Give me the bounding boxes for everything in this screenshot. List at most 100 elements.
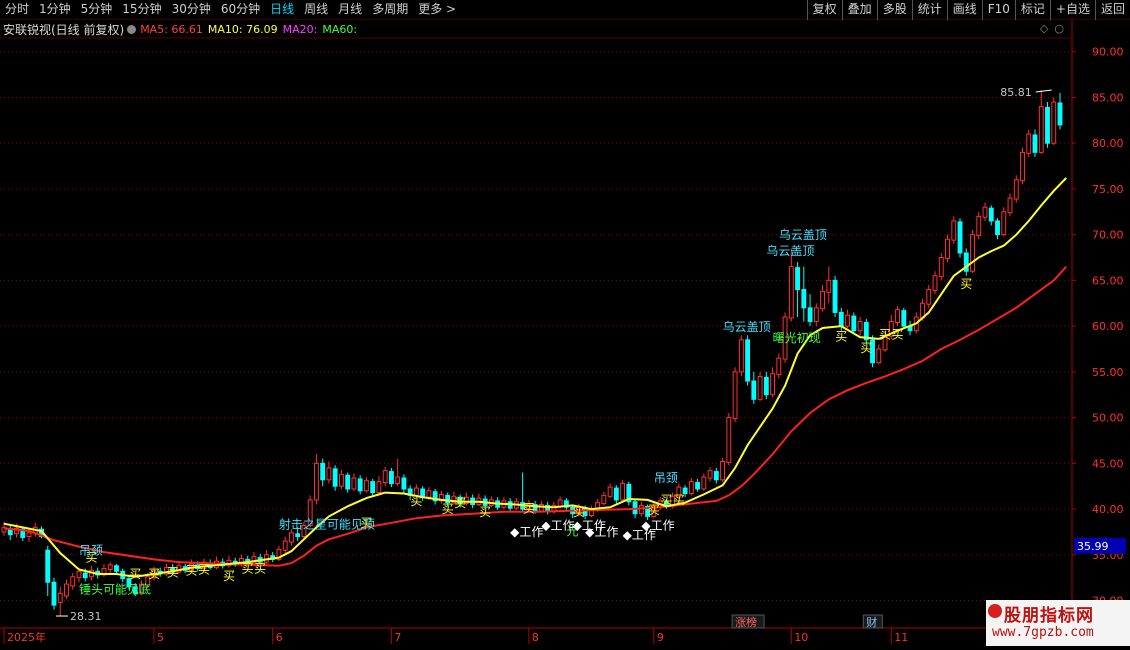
pattern-annotation: 吊颈: [79, 543, 103, 557]
event-tag-label: 涨榜: [735, 615, 757, 629]
buy-signal: 买: [223, 569, 235, 583]
high-marker-label: 85.81: [1000, 86, 1032, 99]
candle-body[interactable]: [801, 289, 807, 309]
candle-body[interactable]: [613, 487, 619, 501]
buy-signal: 买: [454, 496, 466, 510]
candle-body[interactable]: [770, 373, 776, 396]
candle-body[interactable]: [326, 467, 332, 481]
candle-body[interactable]: [620, 482, 626, 501]
candle-body[interactable]: [713, 471, 719, 481]
candle-body[interactable]: [1038, 106, 1044, 153]
candle-body[interactable]: [995, 220, 1000, 236]
candle-body[interactable]: [845, 314, 850, 327]
candle-body[interactable]: [826, 279, 832, 293]
candle-body[interactable]: [901, 310, 907, 327]
candle-body[interactable]: [338, 473, 344, 487]
candle-body[interactable]: [370, 481, 376, 494]
candle-body[interactable]: [932, 275, 938, 291]
candle-body[interactable]: [320, 462, 326, 481]
candle-body[interactable]: [601, 494, 607, 505]
candle-body[interactable]: [688, 481, 694, 495]
candle-body[interactable]: [695, 482, 701, 490]
candle-body[interactable]: [982, 206, 988, 218]
candle-body[interactable]: [757, 375, 763, 400]
candle-body[interactable]: [388, 471, 394, 484]
candle-body[interactable]: [1057, 102, 1063, 126]
candle-body[interactable]: [357, 478, 363, 492]
candle-body[interactable]: [988, 207, 994, 222]
candle-body[interactable]: [376, 481, 382, 494]
candlestick-chart[interactable]: 90.00 85.00 80.00 75.00 70.00 65.00 60.00 55.00…: [0, 0, 1130, 650]
candle-body[interactable]: [82, 572, 88, 579]
candle-body[interactable]: [763, 376, 769, 396]
candle-body[interactable]: [807, 307, 813, 323]
candle-body[interactable]: [401, 477, 407, 490]
candle-body[interactable]: [332, 468, 338, 487]
candle-body[interactable]: [607, 486, 613, 497]
candle-body[interactable]: [638, 504, 644, 515]
candle-body[interactable]: [851, 315, 857, 332]
candle-body[interactable]: [426, 490, 432, 498]
pattern-annotation: ◆工作: [510, 525, 543, 539]
candle-body[interactable]: [382, 470, 388, 484]
candle-body[interactable]: [363, 480, 369, 492]
candle-body[interactable]: [1020, 151, 1025, 182]
event-tag-label: 财: [866, 615, 877, 629]
buy-signal: 买: [835, 329, 847, 343]
candle-body[interactable]: [351, 477, 357, 490]
candle-body[interactable]: [738, 339, 744, 373]
candle-body[interactable]: [720, 461, 726, 481]
candle-body[interactable]: [1026, 133, 1032, 154]
candle-body[interactable]: [776, 357, 782, 376]
candle-body[interactable]: [895, 309, 900, 323]
candle-body[interactable]: [838, 311, 844, 327]
candle-body[interactable]: [751, 380, 757, 400]
candle-body[interactable]: [70, 576, 76, 587]
candle-body[interactable]: [1032, 134, 1038, 153]
candle-body[interactable]: [51, 581, 57, 606]
candle-body[interactable]: [26, 532, 32, 538]
candle-body[interactable]: [732, 371, 738, 420]
candle-body[interactable]: [45, 549, 51, 583]
pattern-annotation: ◆工作: [541, 519, 574, 533]
candle-body[interactable]: [938, 257, 944, 278]
candle-body[interactable]: [820, 290, 825, 310]
candle-body[interactable]: [1001, 211, 1007, 236]
candle-body[interactable]: [795, 267, 800, 291]
candle-body[interactable]: [57, 592, 63, 603]
candle-body[interactable]: [295, 533, 301, 538]
candle-body[interactable]: [345, 474, 351, 490]
candle-body[interactable]: [957, 221, 963, 254]
candle-body[interactable]: [1007, 197, 1013, 214]
candle-body[interactable]: [857, 321, 863, 332]
candle-body[interactable]: [557, 499, 563, 507]
candle-body[interactable]: [1013, 179, 1019, 200]
candle-body[interactable]: [76, 570, 82, 579]
candle-body[interactable]: [726, 417, 732, 463]
candle-body[interactable]: [538, 504, 544, 512]
candle-body[interactable]: [832, 279, 838, 313]
candle-body[interactable]: [951, 220, 957, 241]
pattern-annotation: ◆工作: [641, 519, 674, 533]
candle-body[interactable]: [976, 215, 982, 237]
candle-body[interactable]: [788, 266, 794, 319]
y-tick-label: 50.00: [1092, 412, 1124, 425]
candle-body[interactable]: [970, 234, 975, 272]
candle-body[interactable]: [876, 348, 882, 364]
x-tick-label: 9: [657, 631, 664, 644]
candle-body[interactable]: [745, 339, 751, 382]
candle-body[interactable]: [313, 462, 319, 501]
candle-body[interactable]: [926, 289, 932, 305]
candle-body[interactable]: [945, 238, 950, 259]
candle-body[interactable]: [288, 532, 294, 543]
candle-body[interactable]: [107, 564, 113, 570]
candle-body[interactable]: [813, 307, 819, 323]
candle-body[interactable]: [707, 470, 713, 479]
candle-body[interactable]: [1045, 107, 1050, 144]
candle-body[interactable]: [282, 540, 288, 551]
candle-body[interactable]: [395, 476, 401, 484]
candle-body[interactable]: [64, 583, 69, 597]
candle-body[interactable]: [701, 476, 707, 490]
candle-body[interactable]: [114, 565, 119, 572]
candle-body[interactable]: [1051, 101, 1057, 144]
